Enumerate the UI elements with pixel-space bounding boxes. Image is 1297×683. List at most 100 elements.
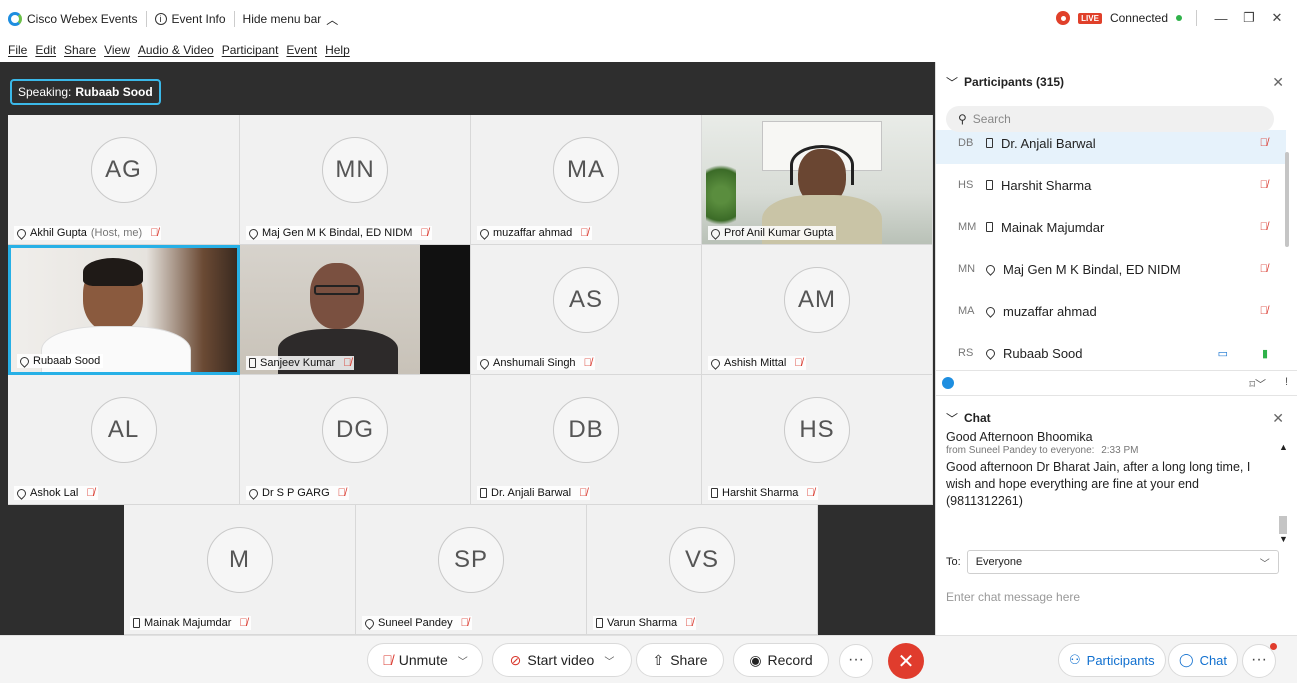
status-icon[interactable]: [942, 377, 954, 389]
record-label: Record: [767, 652, 813, 668]
participant-row[interactable]: RS Rubaab Sood ▭ ▮: [936, 332, 1286, 370]
audio-icon: [247, 226, 260, 240]
avatar: M: [206, 527, 273, 594]
participant-name: Mainak Majumdar: [144, 617, 232, 629]
collapse-chevron-icon[interactable]: ﹀: [946, 410, 958, 427]
unmute-button[interactable]: 🎙̸ Unmute ﹀: [367, 643, 483, 677]
participant-name: Rubaab Sood: [1003, 345, 1083, 361]
video-tile[interactable]: AS Anshumali Singh 🎙̸: [471, 245, 702, 375]
menu-event[interactable]: Event: [282, 43, 321, 57]
muted-mic-icon: 🎙̸: [86, 487, 95, 499]
person-hair: [83, 258, 143, 286]
hide-menu-bar-button[interactable]: Hide menu bar ︿: [235, 9, 347, 29]
participant-name: Anshumali Singh: [493, 357, 576, 369]
chat-scrollbar[interactable]: ▲ ▼: [1279, 442, 1289, 544]
tile-nameplate: muzaffar ahmad 🎙̸: [477, 226, 592, 240]
video-tile[interactable]: DB Dr. Anjali Barwal 🎙̸: [471, 375, 702, 505]
participant-row[interactable]: HS Harshit Sharma 🎙̸: [936, 164, 1286, 206]
minimize-icon[interactable]: —: [1211, 11, 1231, 26]
chat-panel-button[interactable]: ◯ Chat: [1168, 643, 1239, 677]
video-tile[interactable]: SP Suneel Pandey 🎙̸: [356, 505, 587, 635]
menu-participant[interactable]: Participant: [218, 43, 283, 57]
more-panels-button[interactable]: ···: [1242, 643, 1277, 678]
chat-input[interactable]: Enter chat message here: [946, 590, 1080, 604]
restore-icon[interactable]: ❐: [1239, 10, 1259, 26]
muted-mic-icon[interactable]: 🎙̸: [1260, 137, 1268, 149]
chevron-up-icon[interactable]: ▲: [1279, 442, 1288, 452]
close-icon[interactable]: ✕: [1272, 74, 1284, 91]
leave-meeting-button[interactable]: ✕: [888, 643, 924, 679]
menu-share[interactable]: Share: [60, 43, 100, 57]
tile-nameplate: Harshit Sharma 🎙̸: [708, 486, 818, 500]
video-camera-icon[interactable]: ▭: [1218, 347, 1228, 360]
video-tile[interactable]: AG Akhil Gupta (Host, me) 🎙̸: [8, 115, 240, 245]
video-tile[interactable]: M Mainak Majumdar 🎙̸: [124, 505, 356, 635]
start-video-button[interactable]: ⊘ Start video ﹀: [492, 643, 632, 677]
participant-name: Maj Gen M K Bindal, ED NIDM: [1003, 261, 1181, 277]
muted-mic-icon[interactable]: 🎙̸: [1260, 305, 1268, 317]
menu-view[interactable]: View: [100, 43, 134, 57]
event-info-button[interactable]: i Event Info: [147, 9, 234, 29]
participant-row[interactable]: MN Maj Gen M K Bindal, ED NIDM 🎙̸: [936, 248, 1286, 290]
notification-dot-icon: [1270, 643, 1277, 650]
tile-nameplate: Ashish Mittal 🎙̸: [708, 356, 806, 370]
divider: [1196, 10, 1197, 26]
video-tile[interactable]: Sanjeev Kumar 🎙̸: [240, 245, 471, 375]
participants-search[interactable]: ⚲ Search: [946, 106, 1274, 132]
raise-hand-icon[interactable]: ⌑﹀: [1249, 376, 1266, 392]
video-tile[interactable]: AM Ashish Mittal 🎙̸: [702, 245, 933, 375]
video-tile[interactable]: Prof Anil Kumar Gupta: [702, 115, 933, 245]
collapse-chevron-icon[interactable]: ﹀: [946, 74, 958, 91]
chevron-up-icon: ︿: [326, 12, 339, 27]
avatar: MN: [322, 137, 388, 204]
alert-icon[interactable]: !: [1285, 376, 1288, 388]
share-icon: ⇧: [652, 651, 665, 668]
menu-help[interactable]: Help: [321, 43, 354, 57]
video-tile[interactable]: MA muzaffar ahmad 🎙̸: [471, 115, 702, 245]
video-tile[interactable]: DG Dr S P GARG 🎙̸: [240, 375, 471, 505]
participant-name: Dr. Anjali Barwal: [1001, 135, 1096, 151]
tile-nameplate: Dr S P GARG 🎙̸: [246, 486, 349, 500]
muted-mic-icon: 🎙̸: [794, 357, 803, 369]
muted-mic-icon: 🎙̸: [579, 487, 588, 499]
mic-on-icon[interactable]: ▮: [1262, 347, 1268, 360]
participant-name: Mainak Majumdar: [1001, 219, 1105, 235]
menu-file[interactable]: File: [4, 43, 31, 57]
muted-mic-icon[interactable]: 🎙̸: [1260, 221, 1268, 233]
recipient-select[interactable]: Everyone ﹀: [966, 550, 1279, 574]
scroll-thumb[interactable]: [1279, 516, 1287, 534]
video-tile-active-speaker[interactable]: Rubaab Sood: [8, 245, 240, 375]
participants-scrollbar[interactable]: [1285, 152, 1289, 247]
share-button[interactable]: ⇧ Share: [636, 643, 724, 677]
avatar: AM: [784, 267, 850, 334]
video-tile[interactable]: VS Varun Sharma 🎙̸: [587, 505, 818, 635]
participant-row[interactable]: MM Mainak Majumdar 🎙̸: [936, 206, 1286, 248]
record-button[interactable]: ◉ Record: [733, 643, 829, 677]
video-tile[interactable]: MN Maj Gen M K Bindal, ED NIDM 🎙̸: [240, 115, 471, 245]
participant-row[interactable]: DB Dr. Anjali Barwal 🎙̸: [936, 130, 1286, 164]
participant-name: Dr S P GARG: [262, 487, 330, 499]
video-feed: [702, 115, 932, 244]
chevron-down-icon[interactable]: ▼: [1279, 534, 1288, 544]
host-label: (Host, me): [90, 227, 143, 239]
phone-icon: [711, 488, 718, 498]
close-icon[interactable]: ✕: [1267, 10, 1287, 26]
muted-mic-icon[interactable]: 🎙̸: [1260, 263, 1268, 275]
participant-initials: DB: [958, 137, 974, 149]
tile-nameplate: Ashok Lal 🎙̸: [14, 486, 98, 500]
more-options-button[interactable]: ···: [839, 644, 873, 678]
more-panels-label: ···: [1251, 651, 1267, 668]
close-icon[interactable]: ✕: [1272, 410, 1284, 427]
video-tile[interactable]: HS Harshit Sharma 🎙̸: [702, 375, 933, 505]
tile-nameplate: Dr. Anjali Barwal 🎙̸: [477, 486, 591, 500]
participants-panel-button[interactable]: ⚇ Participants: [1058, 643, 1166, 677]
menu-audio-video[interactable]: Audio & Video: [134, 43, 218, 57]
participant-row[interactable]: MA muzaffar ahmad 🎙̸: [936, 290, 1286, 332]
video-tile[interactable]: AL Ashok Lal 🎙̸: [8, 375, 240, 505]
speaking-prefix: Speaking:: [18, 85, 72, 99]
video-feed: [240, 245, 420, 374]
muted-mic-icon[interactable]: 🎙̸: [1260, 179, 1268, 191]
live-badge: LIVE: [1078, 12, 1102, 24]
menu-edit[interactable]: Edit: [31, 43, 60, 57]
participant-name: Maj Gen M K Bindal, ED NIDM: [262, 227, 413, 239]
